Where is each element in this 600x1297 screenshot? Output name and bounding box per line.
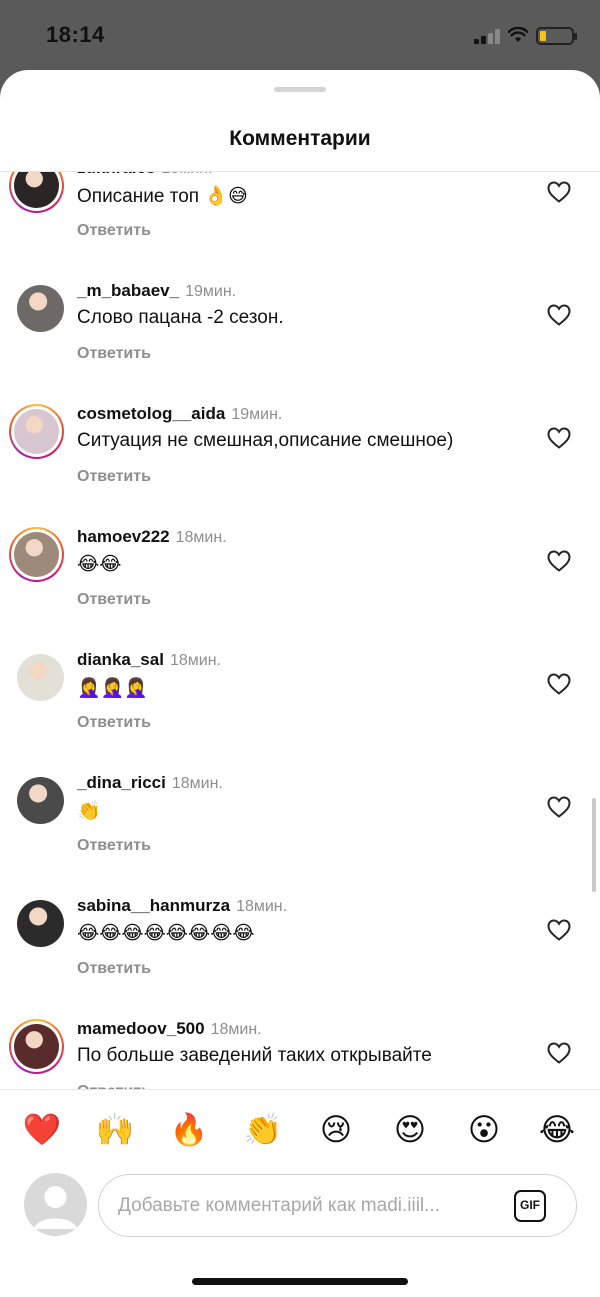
gif-button[interactable]: GIF (514, 1190, 546, 1222)
username-text[interactable]: _m_babaev_ (77, 281, 179, 300)
quick-reaction-bar: ❤️ 🙌 🔥 👏 😢 😍 😮 😂 (0, 1089, 600, 1173)
user-avatar[interactable] (9, 527, 64, 582)
like-heart-icon[interactable] (547, 919, 571, 941)
status-bar: 18:14 (0, 0, 600, 70)
comment-username[interactable]: mamedoov_500 18мин. (77, 1019, 262, 1039)
comment-input[interactable]: Добавьте комментарий как madi.iiil... GI… (98, 1174, 577, 1237)
comment-timestamp: 18мин. (171, 775, 223, 792)
like-heart-icon[interactable] (547, 181, 571, 203)
comment-text: Ситуация не смешная,описание смешное) (77, 430, 454, 451)
comment-text: 🤦‍♀️🤦‍♀️🤦‍♀️ (77, 678, 148, 699)
comment-item: zukhra.es 20мин. Описание топ 👌😅 Ответить (0, 172, 600, 262)
like-heart-icon[interactable] (547, 673, 571, 695)
comment-username[interactable]: sabina__hanmurza 18мин. (77, 896, 287, 916)
comment-username[interactable]: zukhra.es 20мин. (77, 172, 212, 178)
cellular-signal-icon (474, 28, 502, 44)
reply-button[interactable]: Ответить (77, 837, 151, 855)
reply-button[interactable]: Ответить (77, 591, 151, 609)
username-text[interactable]: _dina_ricci (77, 773, 166, 792)
comments-sheet: Комментарии zukhra.es 20мин. Описание топ … (0, 70, 600, 1297)
sheet-title: Комментарии (229, 127, 371, 150)
current-user-avatar (24, 1173, 87, 1236)
reply-button[interactable]: Ответить (77, 714, 151, 732)
comment-timestamp: 18мин. (169, 652, 221, 669)
reaction-red-heart-button[interactable]: ❤️ (22, 1110, 62, 1150)
comment-username[interactable]: _m_babaev_ 19мин. (77, 281, 236, 301)
comment-item: dianka_sal 18мин. 🤦‍♀️🤦‍♀️🤦‍♀️ Ответить (0, 631, 600, 754)
battery-icon (536, 27, 577, 45)
comment-text: Слово пацана -2 сезон. (77, 307, 284, 328)
reaction-heart-eyes-button[interactable]: 😍 (390, 1110, 430, 1150)
reply-button[interactable]: Ответить (77, 468, 151, 486)
like-heart-icon[interactable] (547, 796, 571, 818)
username-text[interactable]: hamoev222 (77, 527, 170, 546)
comment-text: 😂😂😂😂😂😂😂😂 (77, 923, 255, 944)
comment-text: По больше заведений таких открывайте (77, 1045, 432, 1066)
comment-item: cosmetolog__aida 19мин. Ситуация не смешна… (0, 385, 600, 508)
comment-item: hamoev222 18мин. 😂😂 Ответить (0, 508, 600, 631)
scrollbar[interactable] (592, 798, 596, 892)
reply-button[interactable]: Ответить (77, 222, 151, 240)
like-heart-icon[interactable] (547, 427, 571, 449)
user-avatar[interactable] (17, 654, 64, 701)
like-heart-icon[interactable] (547, 1042, 571, 1064)
user-avatar[interactable] (9, 404, 64, 459)
username-text[interactable]: dianka_sal (77, 650, 164, 669)
comment-timestamp: 19мин. (231, 406, 283, 423)
comment-composer: Добавьте комментарий как madi.iiil... GI… (0, 1173, 600, 1253)
user-avatar[interactable] (17, 777, 64, 824)
status-time: 18:14 (46, 22, 105, 47)
comment-username[interactable]: dianka_sal 18мин. (77, 650, 221, 670)
home-indicator[interactable] (192, 1278, 408, 1285)
reaction-clapping-hands-button[interactable]: 👏 (243, 1110, 283, 1150)
comment-timestamp: 18мин. (175, 529, 227, 546)
comment-item: mamedoov_500 18мин. По больше заведений та… (0, 1000, 600, 1089)
like-heart-icon[interactable] (547, 550, 571, 572)
reply-button[interactable]: Ответить (77, 960, 151, 978)
default-avatar-icon (34, 1186, 77, 1229)
reaction-fire-button[interactable]: 🔥 (169, 1110, 209, 1150)
reaction-laughing-tears-button[interactable]: 😂 (537, 1110, 577, 1150)
comment-text: 👏 (77, 801, 101, 822)
like-heart-icon[interactable] (547, 304, 571, 326)
username-text[interactable]: mamedoov_500 (77, 1019, 205, 1038)
user-avatar[interactable] (9, 172, 64, 213)
comment-timestamp: 18мин. (236, 898, 288, 915)
user-avatar[interactable] (17, 900, 64, 947)
comment-text: 😂😂 (77, 554, 122, 575)
user-avatar[interactable] (17, 285, 64, 332)
username-text[interactable]: cosmetolog__aida (77, 404, 225, 423)
comment-item: sabina__hanmurza 18мин. 😂😂😂😂😂😂😂😂 Ответить (0, 877, 600, 1000)
sheet-grabber-handle[interactable] (274, 87, 326, 92)
user-avatar[interactable] (9, 1019, 64, 1074)
comment-timestamp: 19мин. (185, 283, 237, 300)
comment-username[interactable]: cosmetolog__aida 19мин. (77, 404, 282, 424)
comment-list[interactable]: zukhra.es20мин.Описание топ 👌😅Ответить_m… (0, 172, 600, 1089)
comment-username[interactable]: _dina_ricci 18мин. (77, 773, 223, 793)
comment-username[interactable]: hamoev222 18мин. (77, 527, 227, 547)
reaction-surprised-face-button[interactable]: 😮 (464, 1110, 504, 1150)
comment-item: _m_babaev_ 19мин. Слово пацана -2 сезон. От… (0, 262, 600, 385)
reaction-raising-hands-button[interactable]: 🙌 (95, 1110, 135, 1150)
comment-timestamp: 20мин. (161, 172, 212, 177)
username-text[interactable]: zukhra.es (77, 172, 155, 177)
reaction-crying-face-button[interactable]: 😢 (316, 1110, 356, 1150)
wifi-icon (508, 26, 528, 42)
comment-input-placeholder: Добавьте комментарий как madi.iiil... (118, 1195, 440, 1216)
username-text[interactable]: sabina__hanmurza (77, 896, 230, 915)
comment-timestamp: 18мин. (210, 1021, 262, 1038)
comment-item: _dina_ricci 18мин. 👏 Ответить (0, 754, 600, 877)
reply-button[interactable]: Ответить (77, 345, 151, 363)
comment-text: Описание топ 👌😅 (77, 186, 248, 207)
